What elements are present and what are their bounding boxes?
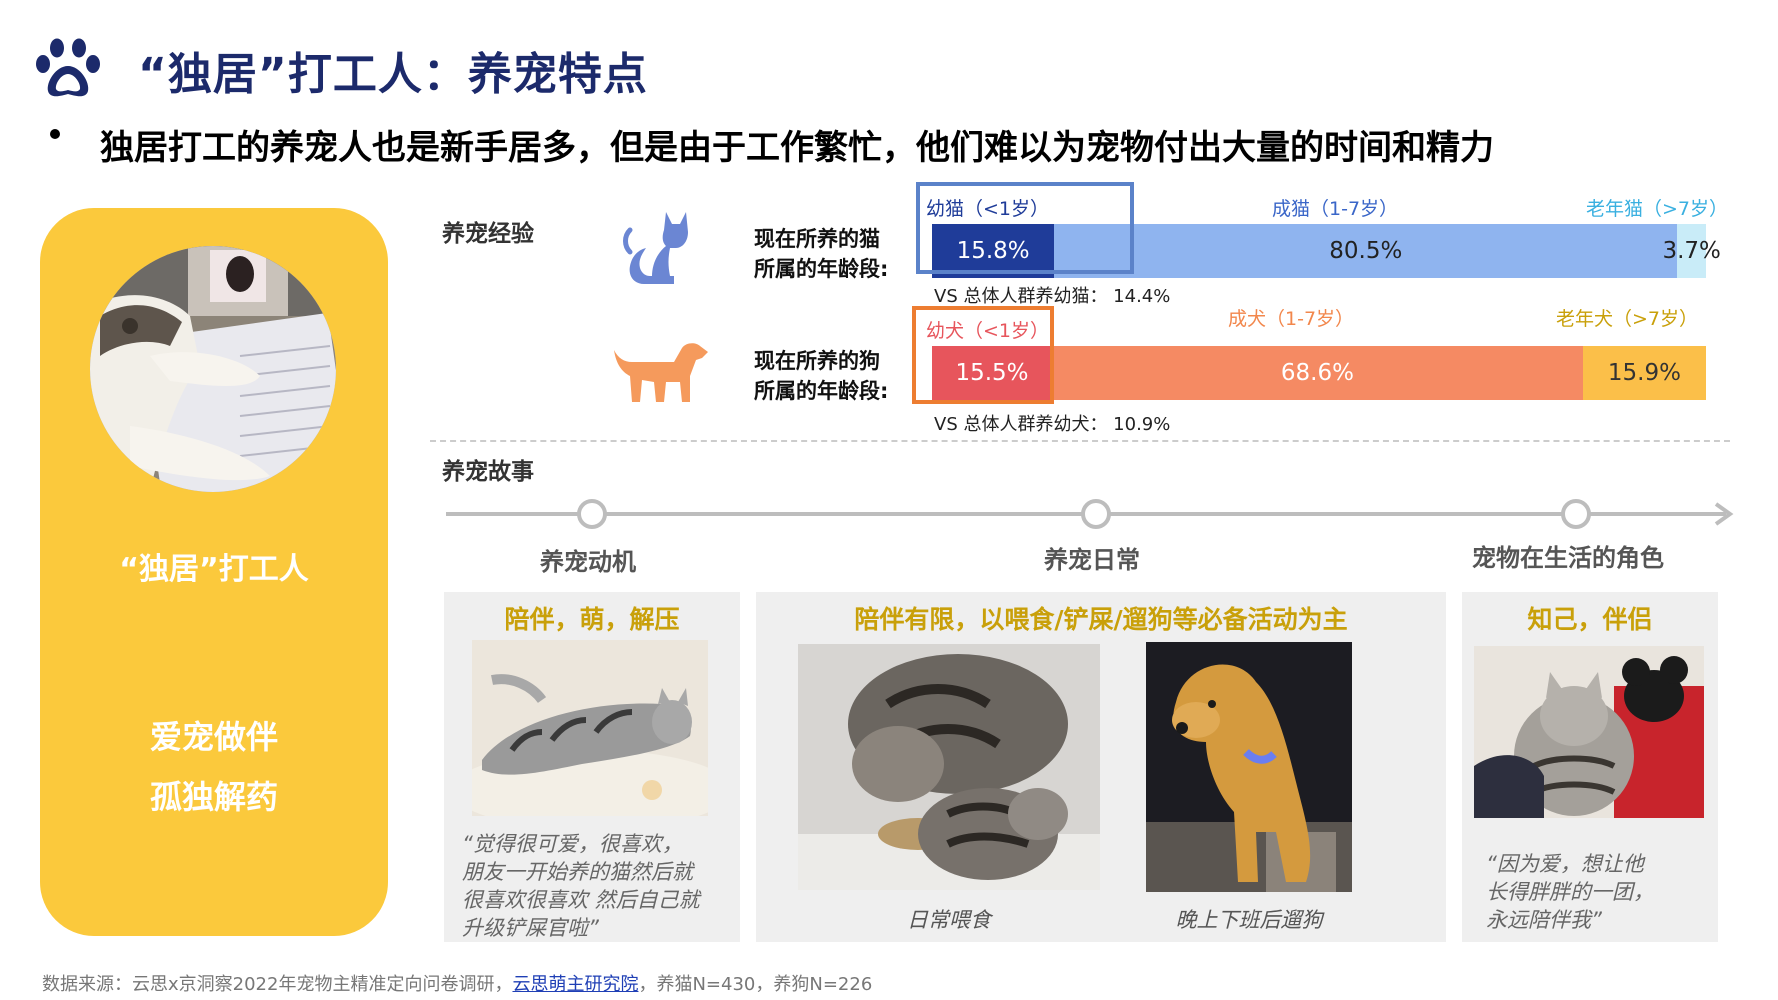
source-note: 数据来源：云思x京洞察2022年宠物主精准定向问卷调研，云思萌主研究院，养猫N=… (42, 970, 872, 996)
kitten-highlight-box (916, 182, 1134, 274)
source-suffix: ，养猫N=430，养狗N=226 (638, 974, 873, 995)
cat-vs-note: VS 总体人群养幼猫： 14.4% (934, 286, 1171, 307)
page-title: “独居”打工人：养宠特点 (138, 49, 648, 100)
persona-avatar (90, 246, 336, 492)
dog-bar-adult: 68.6% (1051, 346, 1583, 400)
story-section-label: 养宠故事 (442, 459, 534, 485)
cat-seg-label-adult: 成猫（1-7岁） (1272, 198, 1399, 220)
paw-icon (36, 38, 100, 97)
stage-role: 宠物在生活的角色 (1472, 544, 1664, 572)
caption-feeding: 日常喂食 (907, 908, 991, 932)
cat-companion-photo (1474, 646, 1704, 818)
dog-seg-label-senior: 老年犬（>7岁） (1556, 308, 1699, 330)
timeline-node-motive (577, 499, 607, 529)
quote-motive: “觉得很可爱，很喜欢， 朋友一开始养的猫然后就 很喜欢很喜欢 然后自己就 升级铲… (462, 832, 700, 940)
puppy-highlight-box (912, 306, 1054, 404)
feeding-cats-photo (798, 644, 1100, 890)
story-timeline (446, 499, 1734, 529)
story-head-daily: 陪伴有限，以喂食/铲屎/遛狗等必备活动为主 (854, 605, 1348, 634)
cat-bar-senior: 3.7% (1662, 224, 1721, 278)
timeline-node-daily (1081, 499, 1111, 529)
experience-section-label: 养宠经验 (442, 221, 534, 247)
cat-row-label: 现在所养的猫 所属的年龄段: (754, 227, 889, 281)
sleeping-kitten-photo (472, 640, 708, 816)
persona-title: “独居”打工人 (119, 552, 309, 587)
story-head-role: 知己，伴侣 (1527, 605, 1653, 634)
stage-daily: 养宠日常 (1044, 546, 1140, 574)
stage-motive: 养宠动机 (540, 548, 636, 576)
persona-line-1: 爱宠做伴 (149, 718, 278, 756)
dog-seg-label-adult: 成犬（1-7岁） (1228, 308, 1355, 330)
walking-dog-photo (1146, 642, 1352, 892)
dog-bar-senior: 15.9% (1582, 346, 1706, 400)
dog-icon (614, 343, 708, 402)
quote-role: “因为爱，想让他 长得胖胖的一团， 永远陪伴我” (1486, 852, 1654, 932)
caption-walking: 晚上下班后遛狗 (1175, 908, 1323, 932)
dog-row-label: 现在所养的狗 所属的年龄段: (754, 349, 889, 403)
cat-bar-adult: 80.5% (1054, 224, 1678, 278)
source-prefix: 数据来源：云思x京洞察2022年宠物主精准定向问卷调研， (42, 974, 513, 995)
cat-seg-label-senior: 老年猫（>7岁） (1586, 198, 1729, 220)
persona-line-2: 孤独解药 (149, 778, 278, 816)
dog-vs-note: VS 总体人群养幼犬： 10.9% (934, 414, 1171, 435)
cat-icon (623, 212, 688, 284)
bullet-dot (50, 129, 60, 139)
cat-on-desk-photo (90, 246, 336, 492)
source-link[interactable]: 云思萌主研究院 (512, 974, 638, 995)
story-head-motive: 陪伴，萌，解压 (504, 605, 680, 634)
section-divider (430, 440, 1730, 442)
timeline-node-role (1561, 499, 1591, 529)
page-subtitle: 独居打工的养宠人也是新手居多，但是由于工作繁忙，他们难以为宠物付出大量的时间和精… (100, 128, 1494, 168)
